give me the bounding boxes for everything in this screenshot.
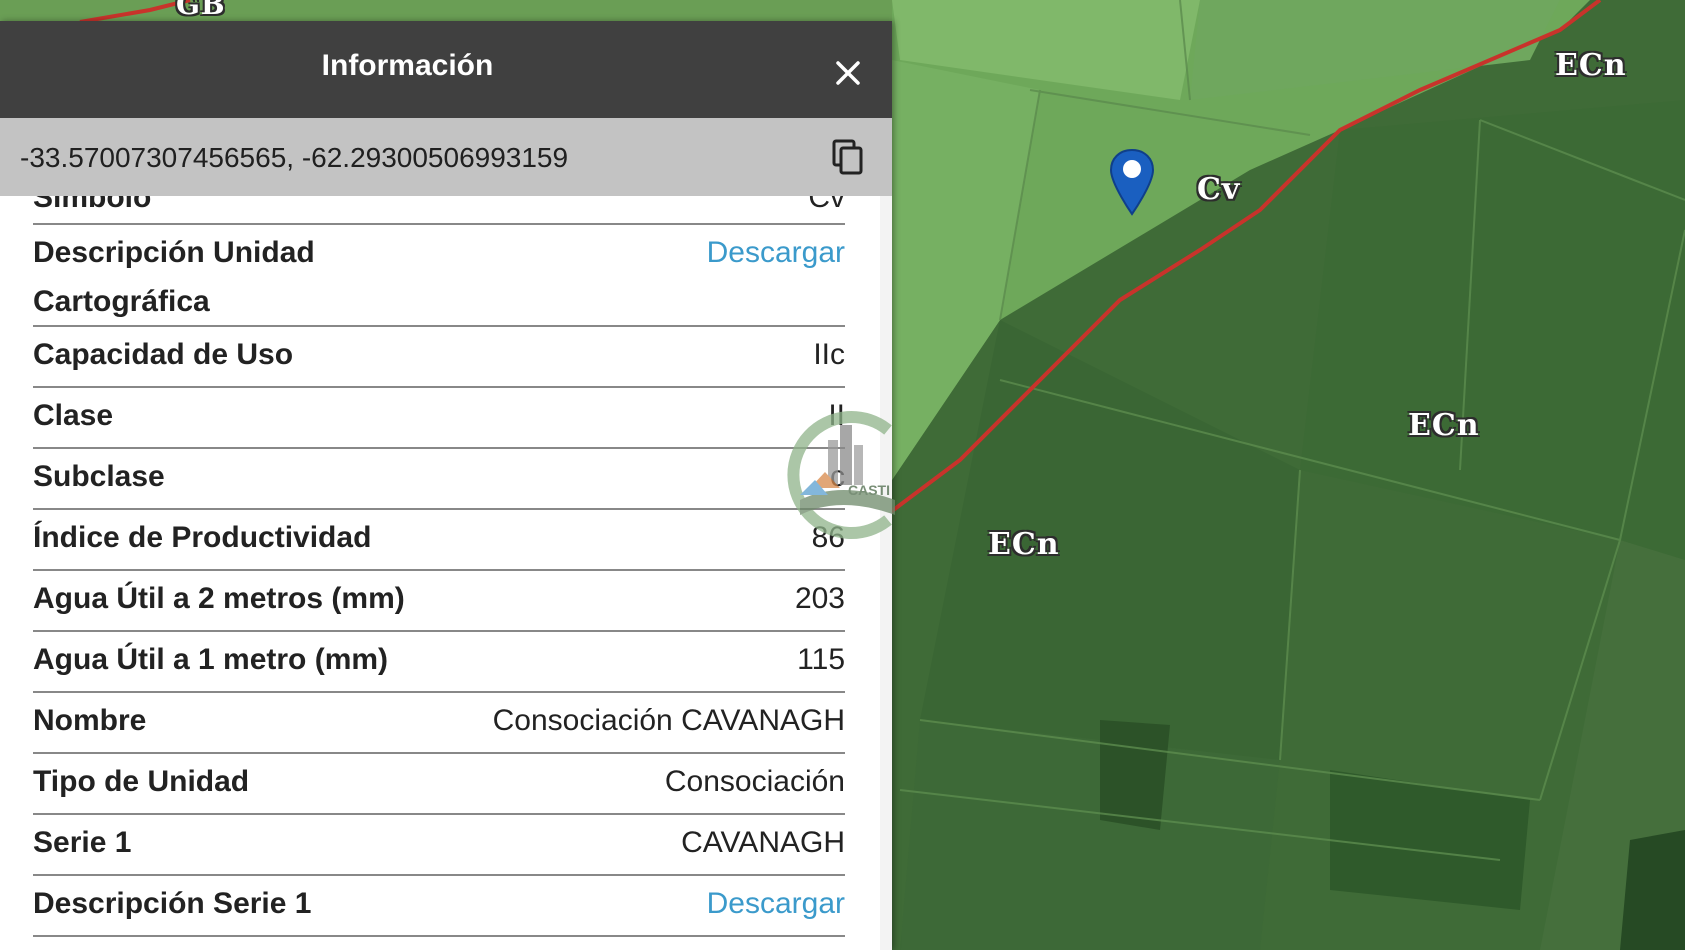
map-label-ecn: ECn — [1408, 408, 1480, 443]
table-row: Nombre Consociación CAVANAGH — [33, 693, 845, 754]
panel-header: Información — [0, 21, 892, 118]
table-row: Descripción Serie 1 Descargar — [33, 876, 845, 937]
row-value: IIc — [813, 338, 845, 371]
row-label: Tipo de Unidad — [33, 765, 250, 798]
row-value: Consociación — [664, 765, 845, 798]
table-row: Subclase c — [33, 449, 845, 510]
download-link[interactable]: Descargar — [707, 228, 845, 277]
table-row: Tipo de Unidad Consociación — [33, 754, 845, 815]
close-icon — [836, 61, 860, 85]
table-row: Clase II — [33, 388, 845, 449]
row-label: Descripción Unidad — [33, 236, 315, 269]
table-row: Agua Útil a 1 metro (mm) 115 — [33, 632, 845, 693]
map-label-ecn: ECn — [1555, 48, 1627, 83]
row-value: 115 — [797, 643, 845, 676]
row-value: CAVANAGH — [681, 826, 845, 859]
row-label: Serie 1 — [33, 826, 132, 859]
close-button[interactable] — [828, 53, 868, 93]
map-label-cv: Cv — [1197, 172, 1241, 207]
table-row: Índice de Productividad 86 — [33, 510, 845, 571]
coordinates-bar: -33.57007307456565, -62.29300506993159 — [0, 118, 892, 196]
coordinates-text: -33.57007307456565, -62.29300506993159 — [20, 142, 569, 173]
row-label: Nombre — [33, 704, 147, 737]
row-label: Subclase — [33, 460, 165, 493]
row-label: Índice de Productividad — [33, 521, 372, 554]
download-link[interactable]: Descargar — [707, 879, 845, 928]
panel-scrollbar[interactable] — [880, 196, 892, 950]
map-screen: ECn Cv ECn ECn GB Símbolo Cv Descripción… — [0, 0, 1685, 950]
copy-button[interactable] — [828, 137, 868, 177]
row-label: Capacidad de Uso — [33, 338, 294, 371]
row-value: c — [830, 460, 845, 493]
panel-title: Información — [321, 49, 494, 82]
map-label-ecn: ECn — [988, 527, 1060, 562]
copy-icon — [832, 139, 863, 175]
row-value: 86 — [811, 521, 845, 554]
table-row: Agua Útil a 2 metros (mm) 203 — [33, 571, 845, 632]
map-label-gb: GB — [176, 0, 226, 21]
row-label: Agua Útil a 2 metros (mm) — [33, 582, 405, 615]
table-row: Serie 1 CAVANAGH — [33, 815, 845, 876]
map-pin-icon[interactable] — [1108, 148, 1156, 216]
row-label: Agua Útil a 1 metro (mm) — [33, 643, 389, 676]
info-panel: Símbolo Cv Descripción Unidad Cartográfi… — [0, 21, 892, 950]
row-value: 203 — [794, 582, 845, 615]
row-value: II — [828, 399, 845, 432]
table-row: Capacidad de Uso IIc — [33, 327, 845, 388]
row-label: Clase — [33, 399, 114, 432]
row-label: Descripción Serie 1 — [33, 887, 312, 920]
table-row: Descripción Unidad Cartográfica Descarga… — [33, 225, 845, 327]
row-label-continued: Cartográfica — [33, 285, 210, 318]
row-value: Consociación CAVANAGH — [492, 704, 845, 737]
